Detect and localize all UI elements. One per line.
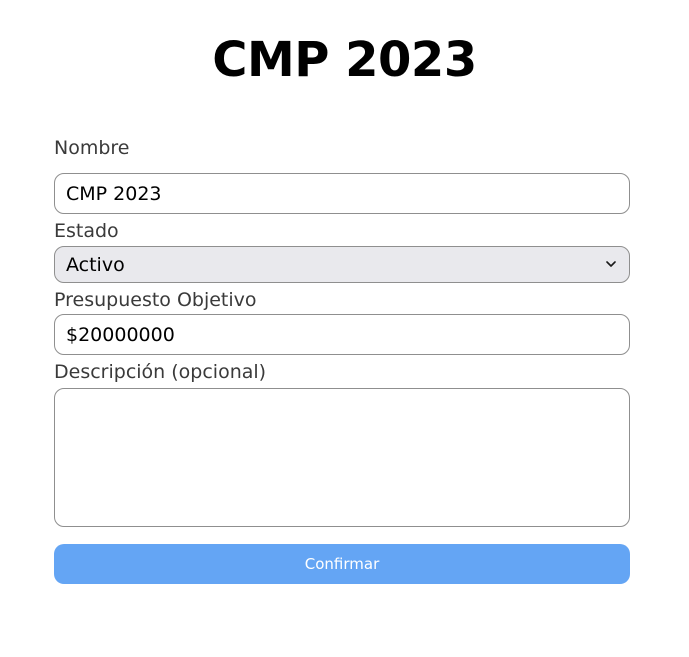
nombre-label: Nombre (54, 137, 130, 159)
estado-select[interactable]: Activo (54, 246, 630, 283)
nombre-input[interactable] (54, 173, 630, 214)
confirmar-button[interactable]: Confirmar (54, 544, 630, 584)
presupuesto-input[interactable] (54, 314, 630, 355)
form-page: CMP 2023 Nombre Estado Activo Presupuest… (0, 0, 689, 657)
descripcion-label: Descripción (opcional) (54, 361, 267, 383)
estado-label: Estado (54, 220, 119, 242)
presupuesto-label: Presupuesto Objetivo (54, 289, 257, 311)
chevron-down-icon (604, 258, 618, 272)
estado-selected-value: Activo (66, 253, 125, 276)
descripcion-textarea[interactable] (54, 388, 630, 527)
page-title: CMP 2023 (212, 32, 477, 88)
